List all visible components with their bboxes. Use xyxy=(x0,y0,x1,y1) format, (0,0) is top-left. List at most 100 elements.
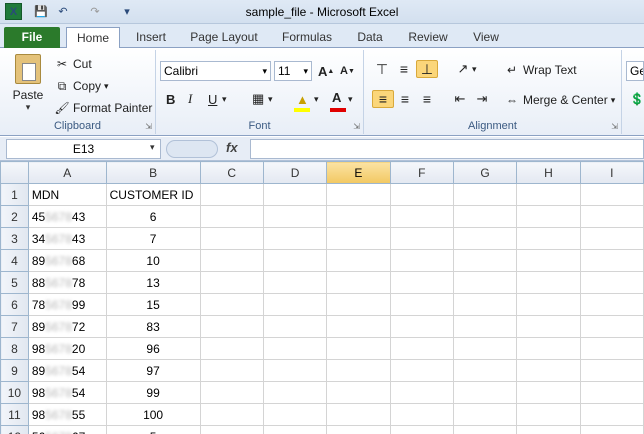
cell[interactable] xyxy=(579,403,644,426)
increase-indent-icon[interactable]: ⇥ xyxy=(472,90,492,108)
cell[interactable] xyxy=(516,403,581,426)
mdn-cell[interactable]: 88567878 xyxy=(27,271,107,294)
select-all-corner[interactable] xyxy=(0,161,29,184)
tab-data[interactable]: Data xyxy=(348,27,392,48)
cell[interactable] xyxy=(516,249,581,272)
row-header[interactable]: 9 xyxy=(0,359,29,382)
underline-button[interactable]: U xyxy=(208,90,217,108)
cell[interactable] xyxy=(452,359,518,382)
cell[interactable] xyxy=(199,425,264,434)
cell[interactable] xyxy=(579,315,644,338)
cell[interactable] xyxy=(326,227,391,250)
tab-review[interactable]: Review xyxy=(402,27,454,48)
alignment-launcher-icon[interactable]: ⇲ xyxy=(611,122,618,131)
cell[interactable] xyxy=(579,249,644,272)
cell[interactable] xyxy=(262,403,328,426)
cut-button[interactable]: ✂ Cut xyxy=(54,54,92,74)
cell[interactable] xyxy=(199,337,264,360)
column-header-h[interactable]: H xyxy=(516,161,581,184)
mdn-cell[interactable]: 89567868 xyxy=(27,249,107,272)
cell[interactable] xyxy=(452,337,518,360)
cell[interactable] xyxy=(199,227,264,250)
customer-id-cell[interactable]: 13 xyxy=(105,271,201,294)
format-painter-button[interactable]: 🖌 Format Painter xyxy=(54,98,152,118)
cell[interactable] xyxy=(199,249,264,272)
customer-id-cell[interactable]: 83 xyxy=(105,315,201,338)
cell[interactable] xyxy=(326,293,391,316)
cell[interactable] xyxy=(452,249,518,272)
cell[interactable] xyxy=(262,381,328,404)
cell[interactable] xyxy=(579,183,644,206)
column-header-d[interactable]: D xyxy=(262,161,328,184)
cell[interactable] xyxy=(516,337,581,360)
clipboard-launcher-icon[interactable]: ⇲ xyxy=(145,122,152,131)
cell[interactable] xyxy=(326,249,391,272)
cell[interactable] xyxy=(452,271,518,294)
mdn-cell[interactable]: 98567854 xyxy=(27,381,107,404)
column-header-i[interactable]: I xyxy=(579,161,644,184)
cell[interactable] xyxy=(262,359,328,382)
cell[interactable] xyxy=(389,293,454,316)
cell[interactable] xyxy=(262,337,328,360)
orientation-dropdown-icon[interactable]: ▾ xyxy=(472,60,477,78)
cell[interactable] xyxy=(579,359,644,382)
name-box[interactable]: E13 xyxy=(6,139,161,159)
paste-button[interactable]: Paste ▾ xyxy=(10,54,46,112)
cell[interactable] xyxy=(389,315,454,338)
cell[interactable] xyxy=(579,227,644,250)
align-middle-icon[interactable]: ≡ xyxy=(394,60,414,78)
name-box-dropdown-icon[interactable]: ▾ xyxy=(150,142,155,153)
insert-function-icon[interactable]: fx xyxy=(226,140,238,155)
font-color-dropdown-icon[interactable]: ▾ xyxy=(348,90,353,108)
font-launcher-icon[interactable]: ⇲ xyxy=(353,122,360,131)
grow-font-icon[interactable]: A ▲ xyxy=(318,62,334,80)
mdn-cell[interactable]: 56567867 xyxy=(27,425,107,434)
cell[interactable] xyxy=(326,271,391,294)
merge-dropdown-icon[interactable]: ▾ xyxy=(611,95,616,106)
cell[interactable] xyxy=(199,359,264,382)
cell[interactable] xyxy=(199,183,264,206)
cell[interactable] xyxy=(516,293,581,316)
cell[interactable] xyxy=(326,381,391,404)
mdn-cell[interactable]: 78567899 xyxy=(27,293,107,316)
column-header-b[interactable]: B xyxy=(105,161,201,184)
cell[interactable] xyxy=(199,205,264,228)
fill-dropdown-icon[interactable]: ▾ xyxy=(314,90,319,108)
cell[interactable] xyxy=(579,381,644,404)
row-header[interactable]: 11 xyxy=(0,403,29,426)
cell[interactable] xyxy=(516,425,581,434)
tab-page-layout[interactable]: Page Layout xyxy=(184,27,264,48)
mdn-cell[interactable]: 45567843 xyxy=(27,205,107,228)
cell[interactable] xyxy=(516,315,581,338)
cell[interactable] xyxy=(452,205,518,228)
row-header[interactable]: 3 xyxy=(0,227,29,250)
cell[interactable] xyxy=(389,337,454,360)
customer-id-cell[interactable]: 6 xyxy=(105,205,201,228)
cell[interactable] xyxy=(389,183,454,206)
row-header[interactable]: 12 xyxy=(0,425,29,434)
font-color-icon[interactable]: A xyxy=(332,88,341,106)
customer-id-cell[interactable]: 100 xyxy=(105,403,201,426)
cell[interactable] xyxy=(579,205,644,228)
cell[interactable] xyxy=(199,271,264,294)
cell[interactable] xyxy=(452,293,518,316)
cell[interactable] xyxy=(516,205,581,228)
borders-dropdown-icon[interactable]: ▾ xyxy=(268,90,273,108)
cell[interactable] xyxy=(262,183,328,206)
tab-formulas[interactable]: Formulas xyxy=(276,27,338,48)
cell[interactable] xyxy=(326,359,391,382)
cell[interactable] xyxy=(326,183,391,206)
cell[interactable] xyxy=(452,227,518,250)
cell[interactable] xyxy=(262,205,328,228)
cell[interactable] xyxy=(389,425,454,434)
mdn-cell[interactable]: 98567855 xyxy=(27,403,107,426)
orientation-icon[interactable]: ↗ xyxy=(452,60,474,78)
column-header-e[interactable]: E xyxy=(326,161,391,184)
align-left-icon[interactable]: ≡ xyxy=(372,90,394,108)
shrink-font-icon[interactable]: A ▼ xyxy=(340,62,355,80)
column-header-g[interactable]: G xyxy=(452,161,518,184)
customer-id-cell[interactable]: 96 xyxy=(105,337,201,360)
cell[interactable] xyxy=(199,403,264,426)
cell[interactable] xyxy=(389,227,454,250)
row-header[interactable]: 5 xyxy=(0,271,29,294)
